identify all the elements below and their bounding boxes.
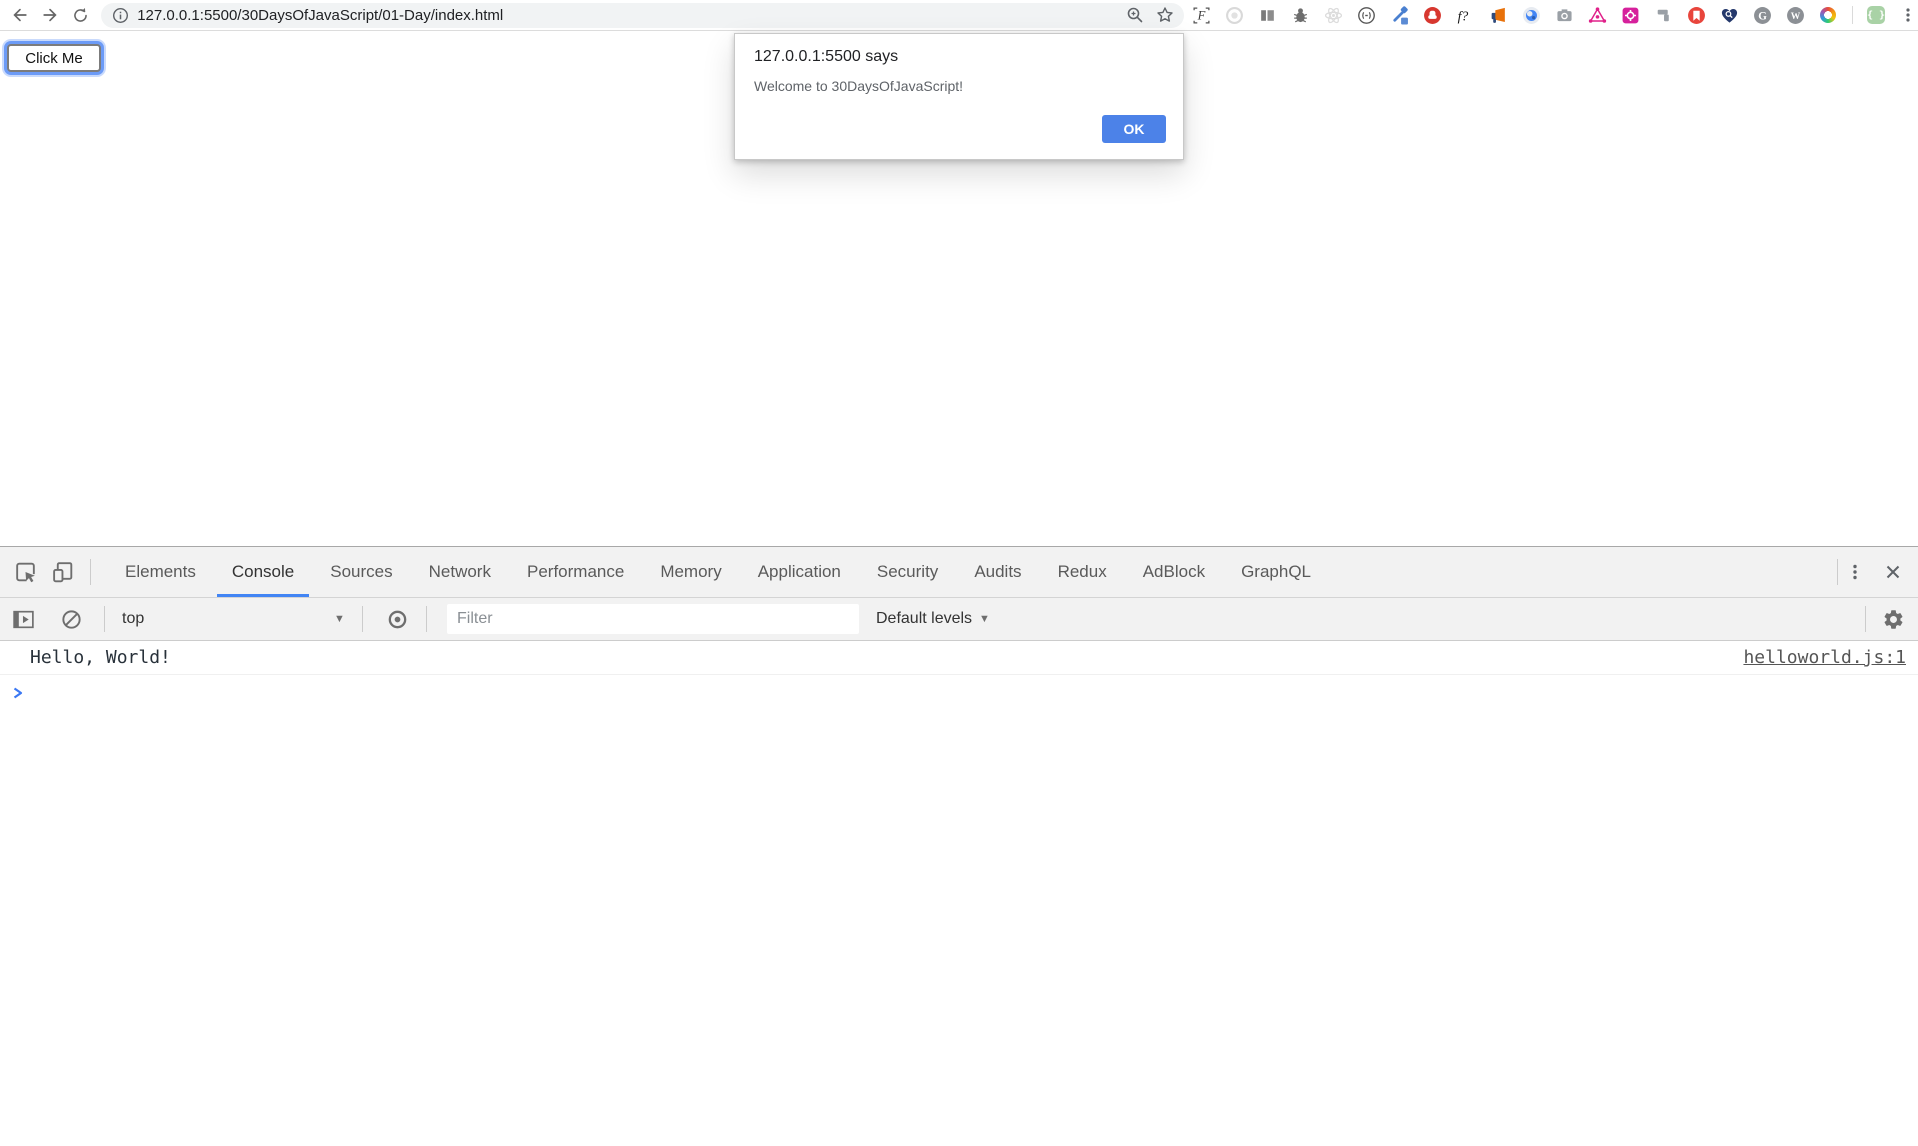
console-toolbar-separator-1 <box>104 606 105 632</box>
inspect-element-icon[interactable] <box>12 559 38 585</box>
json-formatter-extension-icon[interactable]: { } <box>1867 6 1885 24</box>
split-view-extension-icon[interactable] <box>1258 6 1277 25</box>
extensions-bar: F f? <box>1192 6 1918 25</box>
prompt-chevron-icon <box>12 686 24 700</box>
reload-icon[interactable] <box>70 4 91 26</box>
clear-console-icon[interactable] <box>58 606 84 632</box>
tab-graphql[interactable]: GraphQL <box>1223 547 1329 597</box>
console-prompt[interactable] <box>0 675 1918 711</box>
heart-search-extension-icon[interactable] <box>1720 6 1739 25</box>
console-toolbar-separator-4 <box>1865 606 1866 632</box>
log-levels-dropdown[interactable]: Default levels ▼ <box>876 610 990 628</box>
gray-w-extension-icon[interactable]: W <box>1786 6 1805 25</box>
click-me-button[interactable]: Click Me <box>7 44 101 72</box>
browser-kebab-menu-icon[interactable] <box>1899 6 1918 25</box>
console-toolbar: top ▼ Default levels ▼ <box>0 598 1918 641</box>
url-text: 127.0.0.1:5500/30DaysOfJavaScript/01-Day… <box>137 7 1114 24</box>
log-levels-label: Default levels <box>876 610 972 628</box>
context-selector[interactable]: top <box>122 610 144 628</box>
gray-g-extension-icon[interactable]: G <box>1753 6 1772 25</box>
color-wheel-extension-icon[interactable] <box>1819 6 1838 25</box>
paren-dash-extension-icon[interactable] <box>1357 6 1376 25</box>
forward-icon[interactable] <box>39 4 60 26</box>
tab-application[interactable]: Application <box>740 547 859 597</box>
whatfont-extension-icon[interactable]: f? <box>1456 6 1475 25</box>
console-settings-gear-icon[interactable] <box>1880 606 1906 632</box>
tab-adblock[interactable]: AdBlock <box>1125 547 1223 597</box>
info-icon[interactable] <box>111 6 129 24</box>
browser-toolbar: 127.0.0.1:5500/30DaysOfJavaScript/01-Day… <box>0 0 1918 31</box>
context-selector-caret-icon[interactable]: ▼ <box>334 613 345 625</box>
console-filter-input[interactable] <box>447 604 859 634</box>
fonts-ninja-extension-icon[interactable]: F <box>1192 6 1211 25</box>
tab-sources[interactable]: Sources <box>312 547 410 597</box>
console-source-link[interactable]: helloworld.js:1 <box>1743 647 1918 668</box>
zoom-magnifier-icon[interactable] <box>1126 6 1144 24</box>
back-icon[interactable] <box>9 4 30 26</box>
devtools-tabs: Elements Console Sources Network Perform… <box>107 547 1329 597</box>
alert-dialog-message: Welcome to 30DaysOfJavaScript! <box>754 78 963 94</box>
tab-security[interactable]: Security <box>859 547 956 597</box>
camera-extension-icon[interactable] <box>1555 6 1574 25</box>
blue-swirl-extension-icon[interactable] <box>1522 6 1541 25</box>
tab-performance[interactable]: Performance <box>509 547 642 597</box>
gray-blocks-extension-icon[interactable] <box>1654 6 1673 25</box>
megaphone-extension-icon[interactable] <box>1489 6 1508 25</box>
tab-console[interactable]: Console <box>214 547 312 597</box>
console-output: Hello, World! helloworld.js:1 <box>0 641 1918 711</box>
console-toolbar-separator-3 <box>426 606 427 632</box>
alert-dialog-title: 127.0.0.1:5500 says <box>754 48 898 66</box>
live-expression-eye-icon[interactable] <box>384 606 410 632</box>
console-log-text: Hello, World! <box>30 647 171 668</box>
tab-memory[interactable]: Memory <box>642 547 739 597</box>
tab-network[interactable]: Network <box>411 547 509 597</box>
alert-ok-button[interactable]: OK <box>1102 115 1166 143</box>
disabled-swirl-extension-icon[interactable] <box>1225 6 1244 25</box>
console-sidebar-toggle-icon[interactable] <box>10 606 36 632</box>
devtools-kebab-menu-icon[interactable] <box>1842 559 1868 585</box>
tab-redux[interactable]: Redux <box>1040 547 1125 597</box>
tabbar-separator <box>90 559 91 585</box>
bookmark-save-extension-icon[interactable] <box>1687 6 1706 25</box>
bug-reporter-extension-icon[interactable] <box>1291 6 1310 25</box>
tab-elements[interactable]: Elements <box>107 547 214 597</box>
devtools-panel: Elements Console Sources Network Perform… <box>0 546 1918 1146</box>
svg-text:G: G <box>1758 10 1767 22</box>
alert-dialog: 127.0.0.1:5500 says Welcome to 30DaysOfJ… <box>734 33 1184 160</box>
pink-triangle-graph-extension-icon[interactable] <box>1588 6 1607 25</box>
svg-text:F: F <box>1197 8 1206 22</box>
devtools-close-icon[interactable] <box>1880 559 1906 585</box>
svg-text:f?: f? <box>1458 8 1469 23</box>
bookmark-star-icon[interactable] <box>1156 6 1174 24</box>
console-log-row: Hello, World! helloworld.js:1 <box>0 641 1918 675</box>
devtools-tab-bar: Elements Console Sources Network Perform… <box>0 547 1918 598</box>
toolbar-separator <box>1852 6 1853 24</box>
magenta-gear-extension-icon[interactable] <box>1621 6 1640 25</box>
svg-text:W: W <box>1791 11 1801 21</box>
console-toolbar-separator-2 <box>362 606 363 632</box>
log-levels-caret-icon: ▼ <box>979 613 990 625</box>
tab-audits[interactable]: Audits <box>956 547 1039 597</box>
device-toolbar-icon[interactable] <box>50 559 76 585</box>
adblock-hand-extension-icon[interactable] <box>1423 6 1442 25</box>
address-bar[interactable]: 127.0.0.1:5500/30DaysOfJavaScript/01-Day… <box>101 3 1184 28</box>
react-devtools-extension-icon[interactable] <box>1324 6 1343 25</box>
tabbar-right-separator <box>1837 559 1838 585</box>
browser-window: 127.0.0.1:5500/30DaysOfJavaScript/01-Day… <box>0 0 1918 1146</box>
color-picker-extension-icon[interactable] <box>1390 6 1409 25</box>
